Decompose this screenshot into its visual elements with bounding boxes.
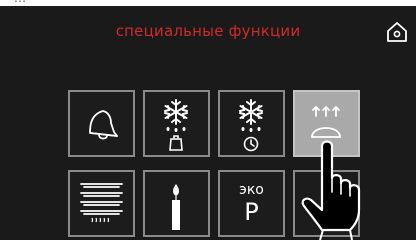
eco-label: эко: [239, 182, 264, 198]
tile-defrost-by-time[interactable]: [218, 90, 285, 157]
bell-icon: [89, 110, 118, 140]
snowflake-weight-icon: [164, 99, 188, 151]
tile-timer-bell[interactable]: [68, 90, 135, 157]
hand-pointer-icon: [301, 140, 361, 240]
tile-defrost-by-weight[interactable]: [143, 90, 210, 157]
screen-title: специальные функции: [115, 22, 301, 40]
home-icon[interactable]: [385, 20, 409, 44]
snowflake-clock-icon: [239, 99, 263, 152]
tile-plate-warming[interactable]: [68, 170, 135, 237]
tile-candle[interactable]: [143, 170, 210, 237]
tile-eco[interactable]: эко P: [218, 170, 285, 237]
eco-p-icon: P: [244, 198, 259, 226]
plate-warming-icon: [80, 183, 123, 223]
candle-icon: [172, 184, 180, 230]
